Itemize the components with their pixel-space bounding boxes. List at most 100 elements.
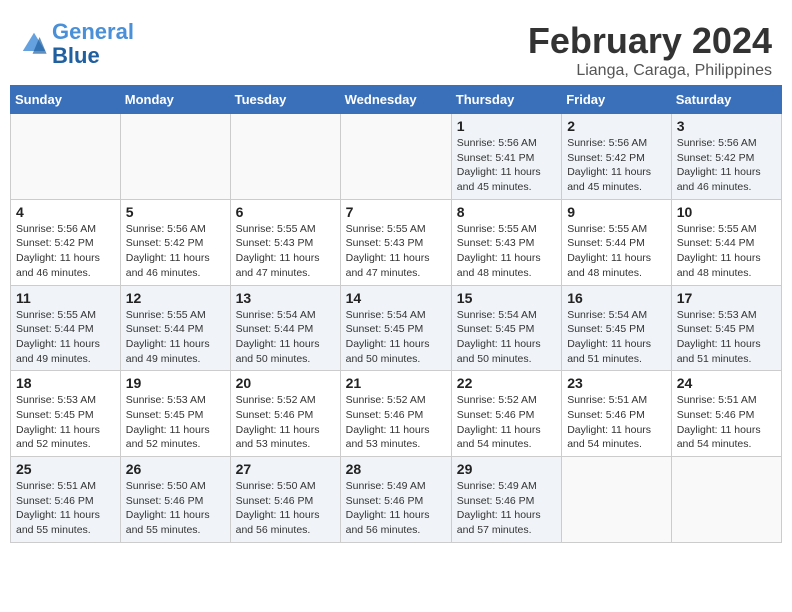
day-info: Sunrise: 5:53 AM Sunset: 5:45 PM Dayligh… [677,308,776,367]
calendar-week-row: 11 Sunrise: 5:55 AM Sunset: 5:44 PM Dayli… [11,285,782,371]
calendar-location: Lianga, Caraga, Philippines [528,62,772,80]
day-number: 14 [346,290,446,306]
day-info: Sunrise: 5:56 AM Sunset: 5:42 PM Dayligh… [16,222,115,281]
calendar-cell: 18 Sunrise: 5:53 AM Sunset: 5:45 PM Dayli… [11,371,121,457]
day-info: Sunrise: 5:56 AM Sunset: 5:42 PM Dayligh… [567,136,666,195]
calendar-cell: 28Sunrise: 5:49 AM Sunset: 5:46 PM Dayli… [340,457,451,543]
calendar-cell: 20 Sunrise: 5:52 AM Sunset: 5:46 PM Dayli… [230,371,340,457]
day-number: 29 [457,461,556,477]
day-number: 26 [126,461,225,477]
calendar-cell [120,114,230,200]
day-info: Sunrise: 5:55 AM Sunset: 5:43 PM Dayligh… [236,222,335,281]
title-block: February 2024 Lianga, Caraga, Philippine… [528,20,772,80]
day-number: 19 [126,375,225,391]
calendar-cell: 24Sunrise: 5:51 AM Sunset: 5:46 PM Dayli… [671,371,781,457]
day-info: Sunrise: 5:55 AM Sunset: 5:44 PM Dayligh… [16,308,115,367]
calendar-cell: 5 Sunrise: 5:56 AM Sunset: 5:42 PM Daylig… [120,199,230,285]
day-number: 12 [126,290,225,306]
day-info: Sunrise: 5:55 AM Sunset: 5:43 PM Dayligh… [346,222,446,281]
day-info: Sunrise: 5:51 AM Sunset: 5:46 PM Dayligh… [567,393,666,452]
calendar-week-row: 4 Sunrise: 5:56 AM Sunset: 5:42 PM Daylig… [11,199,782,285]
day-number: 2 [567,118,666,134]
column-header-thursday: Thursday [451,86,561,114]
day-number: 25 [16,461,115,477]
column-header-wednesday: Wednesday [340,86,451,114]
calendar-cell [230,114,340,200]
day-number: 4 [16,204,115,220]
column-header-friday: Friday [562,86,672,114]
day-number: 21 [346,375,446,391]
calendar-cell [340,114,451,200]
day-number: 9 [567,204,666,220]
calendar-cell: 1 Sunrise: 5:56 AM Sunset: 5:41 PM Daylig… [451,114,561,200]
day-info: Sunrise: 5:49 AM Sunset: 5:46 PM Dayligh… [457,479,556,538]
day-info: Sunrise: 5:56 AM Sunset: 5:41 PM Dayligh… [457,136,556,195]
calendar-cell: 25 Sunrise: 5:51 AM Sunset: 5:46 PM Dayli… [11,457,121,543]
column-header-monday: Monday [120,86,230,114]
day-number: 8 [457,204,556,220]
day-number: 6 [236,204,335,220]
day-number: 17 [677,290,776,306]
calendar-cell: 9 Sunrise: 5:55 AM Sunset: 5:44 PM Daylig… [562,199,672,285]
day-number: 20 [236,375,335,391]
day-info: Sunrise: 5:56 AM Sunset: 5:42 PM Dayligh… [126,222,225,281]
day-info: Sunrise: 5:51 AM Sunset: 5:46 PM Dayligh… [16,479,115,538]
day-info: Sunrise: 5:52 AM Sunset: 5:46 PM Dayligh… [457,393,556,452]
day-info: Sunrise: 5:54 AM Sunset: 5:45 PM Dayligh… [457,308,556,367]
day-info: Sunrise: 5:55 AM Sunset: 5:44 PM Dayligh… [677,222,776,281]
calendar-week-row: 1 Sunrise: 5:56 AM Sunset: 5:41 PM Daylig… [11,114,782,200]
day-number: 5 [126,204,225,220]
calendar-cell: 22 Sunrise: 5:52 AM Sunset: 5:46 PM Dayli… [451,371,561,457]
calendar-week-row: 18 Sunrise: 5:53 AM Sunset: 5:45 PM Dayli… [11,371,782,457]
logo: GeneralBlue [20,20,134,68]
calendar-title: February 2024 [528,20,772,62]
day-info: Sunrise: 5:54 AM Sunset: 5:44 PM Dayligh… [236,308,335,367]
calendar-cell: 8Sunrise: 5:55 AM Sunset: 5:43 PM Daylig… [451,199,561,285]
calendar-cell: 12 Sunrise: 5:55 AM Sunset: 5:44 PM Dayli… [120,285,230,371]
day-info: Sunrise: 5:53 AM Sunset: 5:45 PM Dayligh… [16,393,115,452]
calendar-cell: 11 Sunrise: 5:55 AM Sunset: 5:44 PM Dayli… [11,285,121,371]
calendar-cell: 23 Sunrise: 5:51 AM Sunset: 5:46 PM Dayli… [562,371,672,457]
column-header-tuesday: Tuesday [230,86,340,114]
day-number: 24 [677,375,776,391]
page-header: GeneralBlue February 2024 Lianga, Caraga… [10,10,782,85]
day-info: Sunrise: 5:52 AM Sunset: 5:46 PM Dayligh… [346,393,446,452]
day-info: Sunrise: 5:55 AM Sunset: 5:44 PM Dayligh… [126,308,225,367]
day-number: 18 [16,375,115,391]
day-info: Sunrise: 5:52 AM Sunset: 5:46 PM Dayligh… [236,393,335,452]
day-info: Sunrise: 5:50 AM Sunset: 5:46 PM Dayligh… [236,479,335,538]
calendar-cell: 27 Sunrise: 5:50 AM Sunset: 5:46 PM Dayli… [230,457,340,543]
logo-text: GeneralBlue [52,20,134,68]
calendar-cell: 16 Sunrise: 5:54 AM Sunset: 5:45 PM Dayli… [562,285,672,371]
calendar-cell: 15Sunrise: 5:54 AM Sunset: 5:45 PM Dayli… [451,285,561,371]
day-number: 23 [567,375,666,391]
calendar-cell: 19 Sunrise: 5:53 AM Sunset: 5:45 PM Dayli… [120,371,230,457]
calendar-cell: 13 Sunrise: 5:54 AM Sunset: 5:44 PM Dayli… [230,285,340,371]
day-info: Sunrise: 5:50 AM Sunset: 5:46 PM Dayligh… [126,479,225,538]
day-number: 16 [567,290,666,306]
day-info: Sunrise: 5:54 AM Sunset: 5:45 PM Dayligh… [346,308,446,367]
day-number: 10 [677,204,776,220]
calendar-cell: 7Sunrise: 5:55 AM Sunset: 5:43 PM Daylig… [340,199,451,285]
day-info: Sunrise: 5:53 AM Sunset: 5:45 PM Dayligh… [126,393,225,452]
calendar-cell [562,457,672,543]
calendar-cell: 3Sunrise: 5:56 AM Sunset: 5:42 PM Daylig… [671,114,781,200]
day-number: 13 [236,290,335,306]
calendar-cell: 6 Sunrise: 5:55 AM Sunset: 5:43 PM Daylig… [230,199,340,285]
day-info: Sunrise: 5:54 AM Sunset: 5:45 PM Dayligh… [567,308,666,367]
day-info: Sunrise: 5:55 AM Sunset: 5:44 PM Dayligh… [567,222,666,281]
column-header-saturday: Saturday [671,86,781,114]
calendar-cell: 17 Sunrise: 5:53 AM Sunset: 5:45 PM Dayli… [671,285,781,371]
day-number: 1 [457,118,556,134]
calendar-cell: 10 Sunrise: 5:55 AM Sunset: 5:44 PM Dayli… [671,199,781,285]
calendar-cell [11,114,121,200]
day-number: 3 [677,118,776,134]
day-info: Sunrise: 5:49 AM Sunset: 5:46 PM Dayligh… [346,479,446,538]
day-number: 22 [457,375,556,391]
calendar-cell: 2 Sunrise: 5:56 AM Sunset: 5:42 PM Daylig… [562,114,672,200]
logo-icon [20,30,48,58]
calendar-cell [671,457,781,543]
day-number: 11 [16,290,115,306]
day-number: 27 [236,461,335,477]
calendar-header-row: SundayMondayTuesdayWednesdayThursdayFrid… [11,86,782,114]
